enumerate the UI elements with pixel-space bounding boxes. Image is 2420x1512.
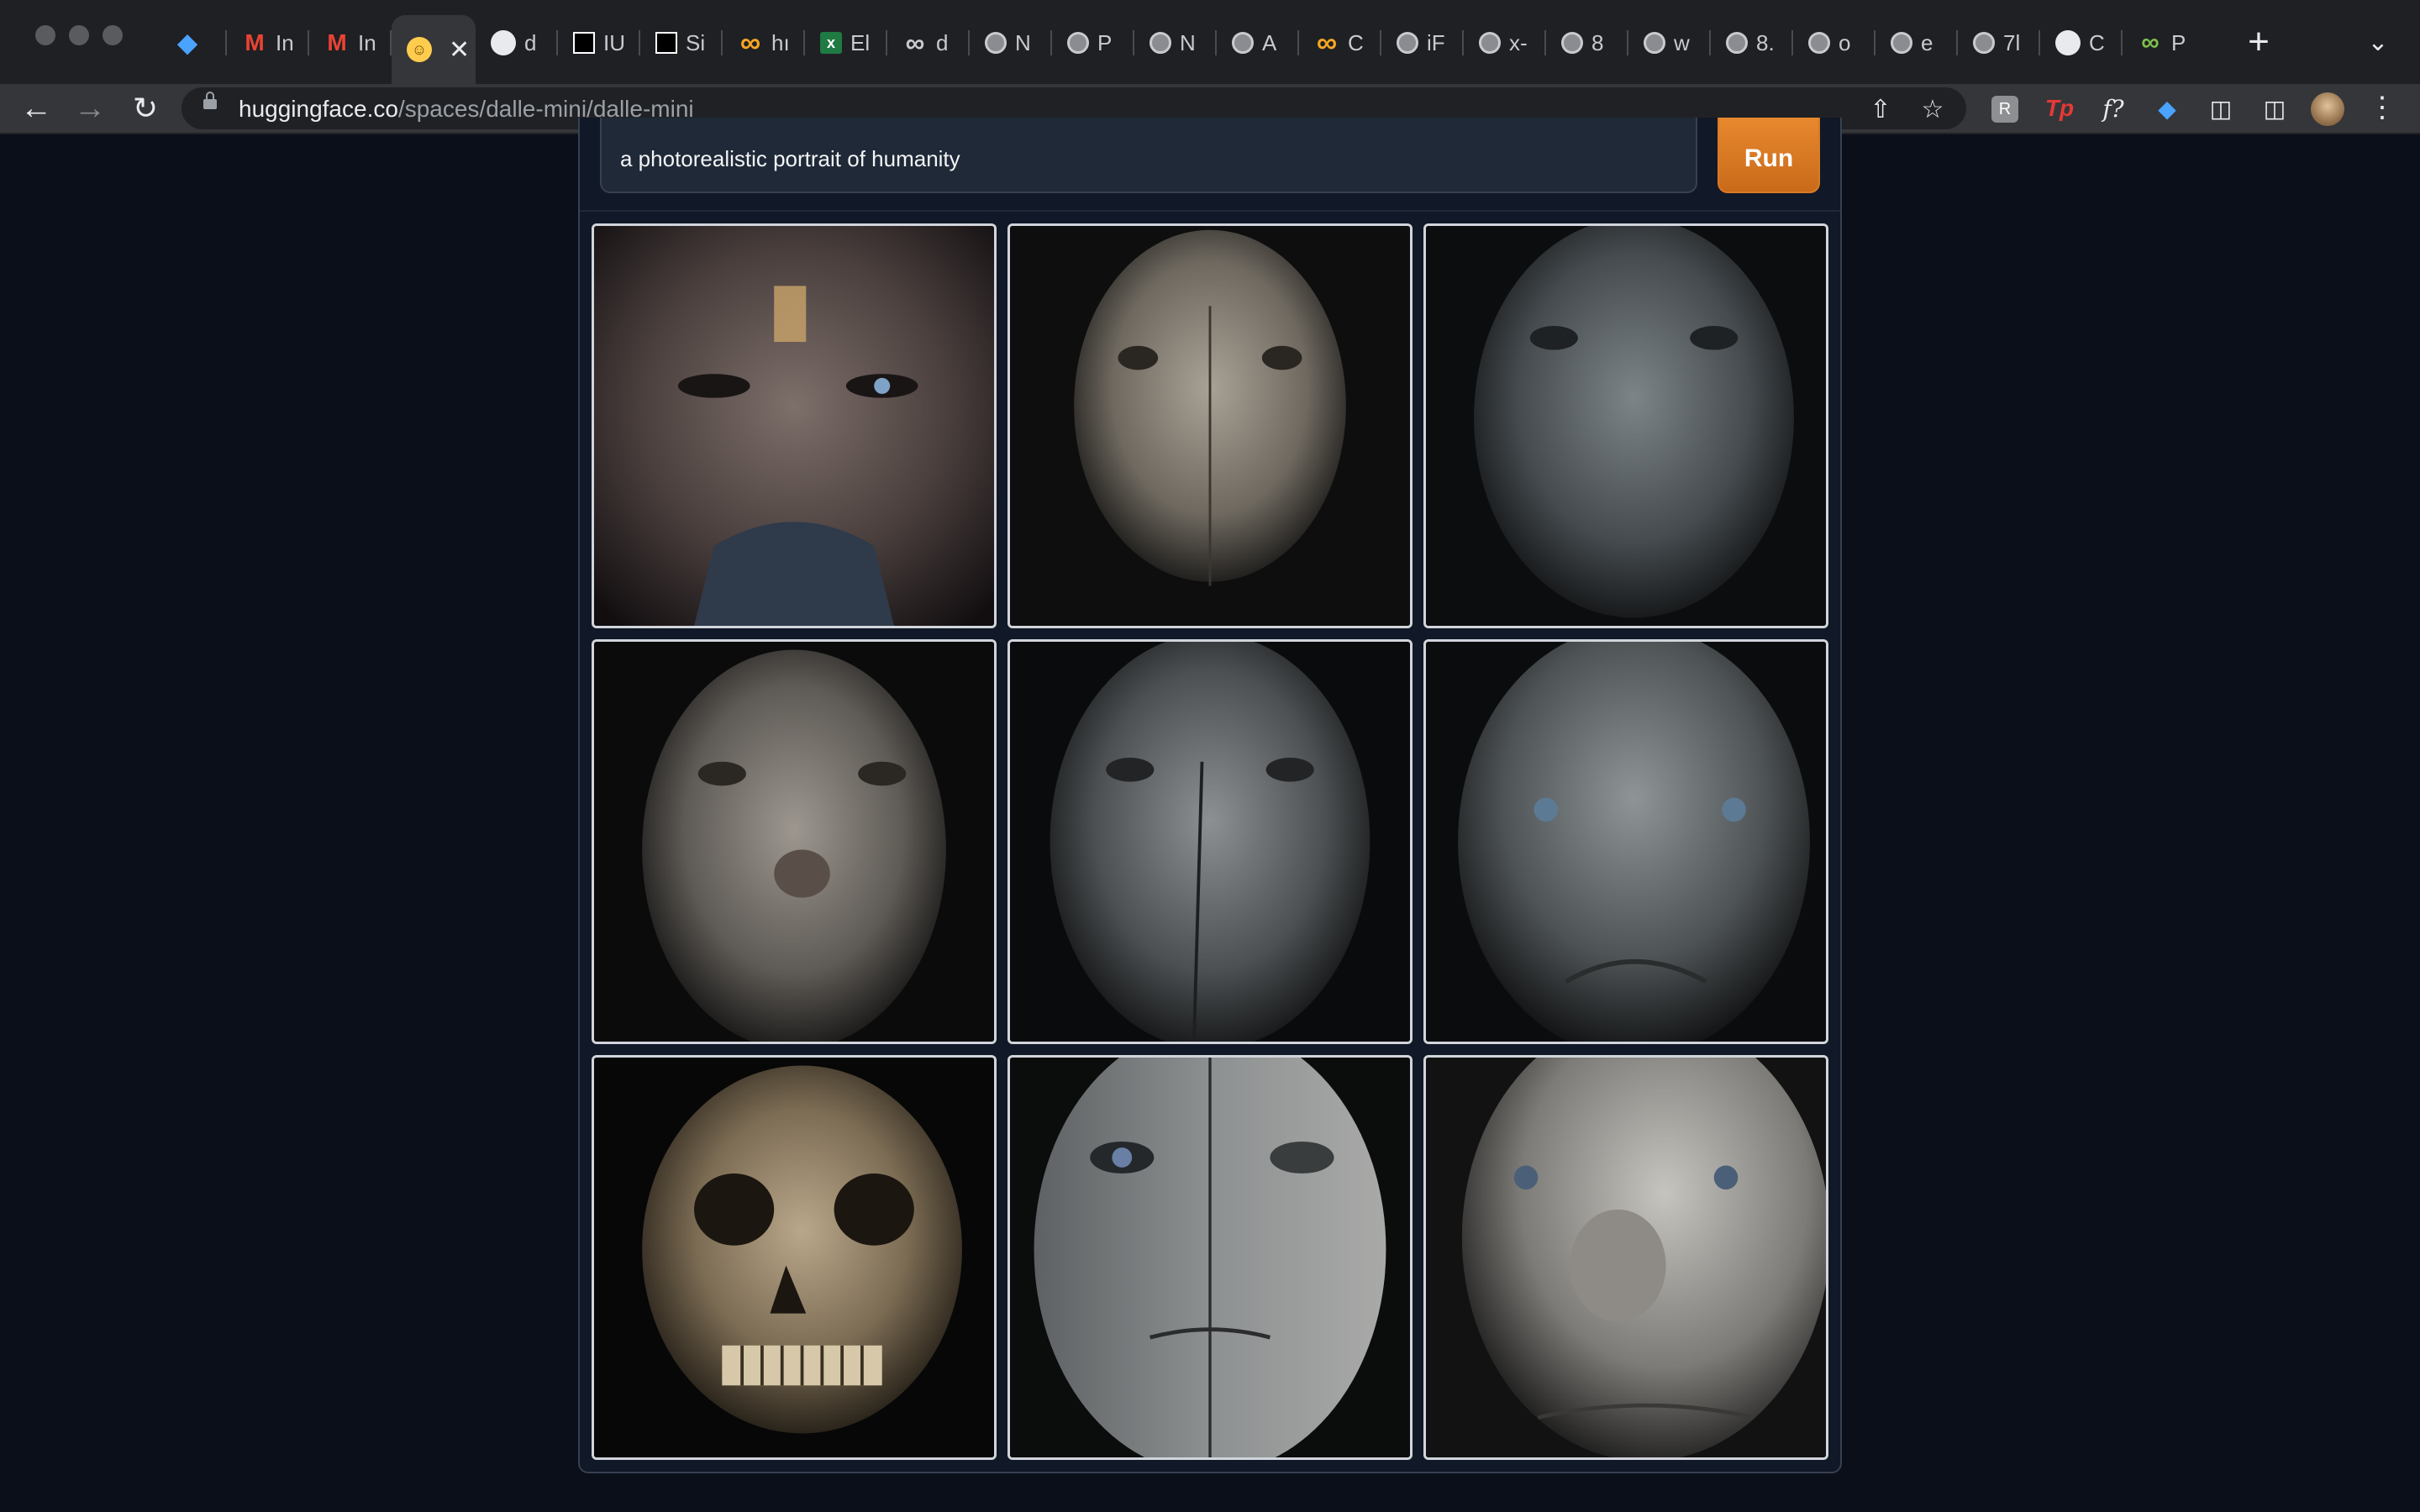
tab-0[interactable]: ◆ (160, 18, 227, 67)
generated-image-5[interactable] (1007, 639, 1413, 1044)
tab-15[interactable]: iF (1381, 18, 1464, 67)
globe-icon (1973, 32, 1995, 54)
globe-icon (1726, 32, 1748, 54)
profile-avatar[interactable] (2311, 92, 2344, 126)
generated-image-1[interactable] (592, 223, 997, 628)
forward-arrow-icon[interactable]: → (69, 89, 111, 128)
tab-3-active[interactable]: ☺ ✕ (392, 15, 476, 84)
globe-icon (1644, 32, 1665, 54)
bookmark-star-icon[interactable]: ☆ (1918, 94, 1948, 124)
reload-icon[interactable]: ↻ (124, 89, 166, 128)
prompt-input[interactable]: a photorealistic portrait of humanity (600, 118, 1697, 193)
tab-6[interactable]: Si (640, 18, 723, 67)
globe-icon (1561, 32, 1583, 54)
prompt-value: a photorealistic portrait of humanity (620, 146, 960, 171)
globe-icon (1232, 32, 1254, 54)
extensions-puzzle-icon[interactable]: ◫ (2205, 92, 2237, 124)
tab-23[interactable]: C (2040, 18, 2123, 67)
back-arrow-icon[interactable]: ← (15, 89, 57, 128)
extension-tp-icon[interactable]: Tp (2044, 92, 2075, 124)
tab-4[interactable]: d (476, 18, 558, 67)
tab-17[interactable]: 8 (1546, 18, 1628, 67)
generated-image-3[interactable] (1423, 223, 1828, 628)
generated-image-9[interactable] (1423, 1055, 1828, 1460)
tab-11[interactable]: P (1052, 18, 1134, 67)
infinity-icon: ∞ (739, 26, 761, 59)
generated-image-8[interactable] (1007, 1055, 1413, 1460)
square-app-icon (573, 32, 595, 54)
tab-strip: ◆ M In M In ☺ ✕ d IU Si ∞ hı x El ∞ d N P N A … (0, 0, 2420, 84)
infinity-icon: ∞ (1316, 26, 1338, 59)
tab-2[interactable]: M In (309, 18, 392, 67)
more-menu-icon[interactable]: ⋮ (2368, 91, 2396, 124)
globe-icon (985, 32, 1007, 54)
generated-image-6[interactable] (1423, 639, 1828, 1044)
glasses-icon: ∞ (905, 27, 925, 58)
github-icon (491, 30, 516, 55)
tab-16[interactable]: x- (1464, 18, 1546, 67)
tab-20[interactable]: o (1793, 18, 1876, 67)
new-tab-plus-icon[interactable]: + (2235, 18, 2282, 66)
share-icon[interactable]: ⇧ (1865, 94, 1896, 124)
github-icon (2055, 30, 2081, 55)
divider (580, 210, 1840, 212)
generated-image-7[interactable] (592, 1055, 997, 1460)
minimize-window-icon[interactable] (69, 25, 89, 45)
tab-24[interactable]: ∞ P (2123, 18, 2215, 67)
gmail-icon: M (245, 29, 265, 55)
globe-icon (1397, 32, 1418, 54)
tab-10[interactable]: N (970, 18, 1052, 67)
tab-19[interactable]: 8. (1711, 18, 1793, 67)
huggingface-icon: ☺ (407, 37, 432, 62)
generated-image-2[interactable] (1007, 223, 1413, 628)
tab-1[interactable]: M In (227, 18, 309, 67)
tab-14[interactable]: ∞ C (1299, 18, 1381, 67)
maximize-window-icon[interactable] (103, 25, 123, 45)
extension-gem-icon[interactable]: ◆ (2151, 92, 2183, 124)
globe-icon (1479, 32, 1501, 54)
tab-13[interactable]: A (1217, 18, 1299, 67)
extension-formula-icon[interactable]: f? (2097, 92, 2129, 124)
globe-icon (1808, 32, 1830, 54)
extension-r-icon[interactable]: R (1991, 96, 2018, 123)
eye-icon: ∞ (2141, 29, 2160, 56)
excel-icon: x (820, 32, 842, 54)
run-button[interactable]: Run (1718, 118, 1820, 193)
side-panel-icon[interactable]: ◫ (2259, 92, 2291, 124)
gmail-icon: M (327, 29, 347, 55)
tab-21[interactable]: e (1876, 18, 1958, 67)
tab-22[interactable]: 7l (1958, 18, 2040, 67)
lock-icon[interactable] (203, 92, 217, 109)
tab-12[interactable]: N (1134, 18, 1217, 67)
close-window-icon[interactable] (35, 25, 55, 45)
tab-8[interactable]: x El (805, 18, 887, 67)
gem-icon: ◆ (177, 29, 197, 57)
square-app-icon (655, 32, 677, 54)
globe-icon (1067, 32, 1089, 54)
tab-9[interactable]: ∞ d (887, 18, 970, 67)
tab-7[interactable]: ∞ hı (723, 18, 805, 67)
tab-18[interactable]: w (1628, 18, 1711, 67)
tab-5[interactable]: IU (558, 18, 640, 67)
generated-image-4[interactable] (592, 639, 997, 1044)
close-tab-icon[interactable]: ✕ (449, 35, 470, 65)
tab-search-chevron-icon[interactable]: ⌄ (2361, 25, 2395, 59)
globe-icon (1150, 32, 1171, 54)
globe-icon (1891, 32, 1912, 54)
